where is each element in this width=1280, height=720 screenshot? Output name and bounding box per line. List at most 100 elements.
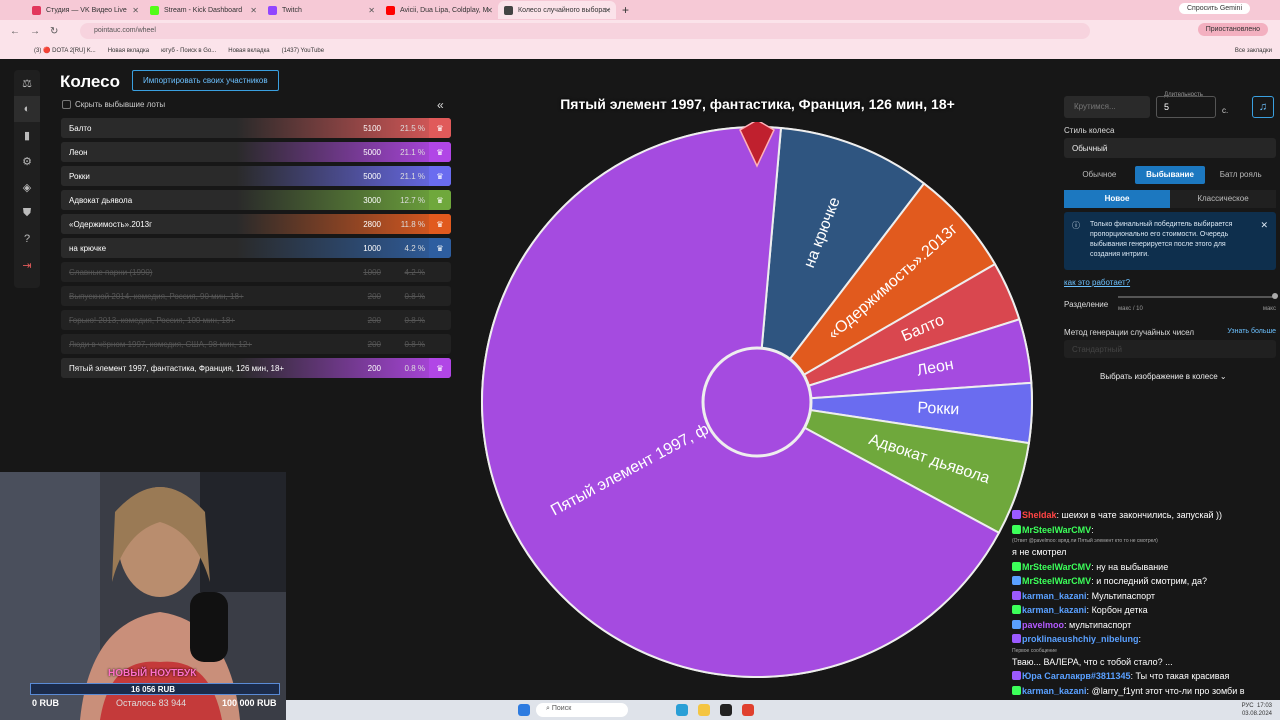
chat-message: MrSteelWarCMV:: [1012, 523, 1280, 538]
taskbar-search[interactable]: ⌕ Поиск: [536, 703, 628, 717]
close-tab-icon[interactable]: ✕: [250, 6, 257, 15]
lot-row[interactable]: Рокки 5000 21.1 % ♛: [61, 166, 451, 186]
lot-action-icon[interactable]: ♛: [429, 142, 451, 162]
settings-icon[interactable]: ⚙: [14, 148, 40, 174]
badge-icon: [1012, 634, 1021, 643]
chrome-icon[interactable]: [742, 704, 754, 716]
chat-username[interactable]: karman_kazani: [1022, 605, 1087, 615]
lot-action-icon[interactable]: ♛: [429, 166, 451, 186]
auction-icon[interactable]: ⚖: [14, 70, 40, 96]
submode-tab[interactable]: Новое: [1064, 190, 1170, 208]
lot-row[interactable]: на крючке 1000 4.2 % ♛: [61, 238, 451, 258]
duration-input[interactable]: 5: [1156, 96, 1216, 118]
music-icon[interactable]: ♫: [1252, 96, 1274, 118]
system-tray[interactable]: РУС 17:03 03.08.2024: [1242, 702, 1272, 718]
chat-username[interactable]: karman_kazani: [1022, 591, 1087, 601]
lot-amount: 1000: [363, 244, 381, 253]
edge-icon[interactable]: [676, 704, 688, 716]
choose-image-toggle[interactable]: Выбрать изображение в колесе ⌄: [1100, 372, 1227, 381]
back-icon[interactable]: ←: [10, 26, 20, 37]
help-icon[interactable]: ?: [14, 226, 40, 252]
submode-tab[interactable]: Классическое: [1170, 190, 1276, 208]
bookmark-item[interactable]: Новая вкладка: [108, 48, 149, 54]
folder-icon[interactable]: [698, 704, 710, 716]
badge-icon: [1012, 590, 1021, 600]
url-input[interactable]: pointauc.com/wheel: [80, 23, 1090, 39]
chat-text: мультипаспорт: [1069, 619, 1132, 630]
learn-more-link[interactable]: Узнать больше: [1227, 328, 1276, 335]
shield-icon[interactable]: ⛊: [14, 200, 40, 226]
lot-row[interactable]: Горько! 2013, комедия, Россия, 100 мин, …: [61, 310, 451, 330]
layers-icon[interactable]: ◈: [14, 174, 40, 200]
profile-paused-badge[interactable]: Приостановлено: [1197, 23, 1268, 36]
lot-row[interactable]: Леон 5000 21.1 % ♛: [61, 142, 451, 162]
close-icon[interactable]: ✕: [1260, 219, 1268, 232]
wheel-canvas[interactable]: на крючке«Одержимость».2013гБалтоЛеонРок…: [480, 122, 1036, 682]
chat-username[interactable]: MrSteelWarCMV: [1022, 525, 1091, 535]
ask-gemini-button[interactable]: Спросить Gemini: [1178, 3, 1250, 14]
lot-row[interactable]: Выпускной 2014, комедия, Россия, 90 мин,…: [61, 286, 451, 306]
lot-row[interactable]: Славные парни (1990) 1000 4.2 %: [61, 262, 451, 282]
how-it-works-link[interactable]: как это работает?: [1064, 278, 1130, 287]
browser-tab[interactable]: Студия — VK Видео Live ✕: [26, 1, 144, 19]
bookmark-item[interactable]: ютуб - Поиск в Go...: [161, 48, 216, 54]
bookmark-item[interactable]: (3) 🔴 DOTA 2[RU] K...: [34, 47, 96, 54]
lot-row[interactable]: Адвокат дьявола 3000 12.7 % ♛: [61, 190, 451, 210]
chat-username[interactable]: Юра Сагалакрв#3811345: [1022, 671, 1130, 681]
browser-tab[interactable]: Twitch ✕: [262, 1, 380, 19]
chat-message: я не смотрел: [1012, 545, 1280, 560]
tab-favicon-icon: [504, 5, 513, 15]
tab-label: Twitch: [282, 6, 302, 14]
slider-knob[interactable]: [1272, 293, 1278, 299]
hide-eliminated-checkbox[interactable]: Скрыть выбывшие лоты: [62, 100, 165, 109]
chat-username[interactable]: karman_kazani: [1022, 686, 1087, 696]
chat-text: Корбон детка: [1091, 605, 1148, 615]
bookmark-item[interactable]: Новая вкладка: [228, 48, 269, 54]
reload-icon[interactable]: ↻: [50, 26, 58, 37]
chat-text: ну на выбывание: [1096, 561, 1169, 572]
import-participants-button[interactable]: Импортировать своих участников: [132, 70, 279, 91]
app-icon[interactable]: [720, 704, 732, 716]
lot-row[interactable]: Балто 5100 21.5 % ♛: [61, 118, 451, 138]
bookmark-item[interactable]: (1437) YouTube: [282, 48, 324, 54]
lot-action-icon[interactable]: ♛: [429, 214, 451, 234]
mode-tab[interactable]: Батл рояль: [1205, 166, 1276, 184]
wheel-icon[interactable]: ◐: [14, 96, 40, 122]
logout-icon[interactable]: ⇥: [14, 252, 40, 278]
windows-start-icon[interactable]: [518, 704, 530, 716]
rng-method-select[interactable]: Стандартный: [1064, 340, 1276, 358]
spin-button[interactable]: Крутимся...: [1064, 96, 1150, 118]
collapse-panel-icon[interactable]: «: [437, 98, 444, 112]
split-slider[interactable]: [1118, 293, 1278, 299]
lot-row[interactable]: «Одержимость».2013г 2800 11.8 % ♛: [61, 214, 451, 234]
browser-tab[interactable]: Колесо случайного выбора - ✕: [498, 1, 616, 19]
close-tab-icon[interactable]: ✕: [368, 6, 375, 15]
seconds-unit: с.: [1222, 106, 1229, 115]
checkbox-box[interactable]: [62, 100, 71, 109]
wheel-slice-label: Рокки: [917, 400, 959, 419]
chat-username[interactable]: Sheldak: [1022, 510, 1057, 520]
chat-username[interactable]: pavelmoo: [1022, 620, 1064, 630]
browser-tab[interactable]: Stream - Kick Dashboard ✕: [144, 1, 262, 19]
forward-icon[interactable]: →: [30, 26, 40, 37]
close-tab-icon[interactable]: ✕: [486, 6, 493, 15]
lot-action-icon[interactable]: ♛: [429, 118, 451, 138]
chat-username[interactable]: MrSteelWarCMV: [1022, 576, 1091, 586]
lot-row[interactable]: Пятый элемент 1997, фантастика, Франция,…: [61, 358, 451, 378]
mode-tab[interactable]: Выбывание: [1134, 166, 1206, 184]
close-tab-icon[interactable]: ✕: [604, 6, 611, 15]
lot-action-icon[interactable]: ♛: [429, 358, 451, 378]
new-tab-icon[interactable]: +: [622, 3, 629, 17]
close-tab-icon[interactable]: ✕: [132, 6, 139, 15]
lot-action-icon[interactable]: ♛: [429, 238, 451, 258]
stats-icon[interactable]: ▮: [14, 122, 40, 148]
wheel-style-select[interactable]: Обычный: [1064, 138, 1276, 158]
lot-action-icon[interactable]: ♛: [429, 190, 451, 210]
lot-row[interactable]: Люди в чёрном 1997, комедия, США, 98 мин…: [61, 334, 451, 354]
chat-username[interactable]: proklinaeushchiy_nibelung: [1022, 634, 1139, 644]
all-bookmarks[interactable]: Все закладки: [1235, 48, 1272, 54]
tab-favicon-icon: [150, 5, 159, 15]
browser-tab[interactable]: Avicii, Dua Lipa, Coldplay, M ✕: [380, 1, 498, 19]
chat-username[interactable]: MrSteelWarCMV: [1022, 562, 1091, 572]
mode-tab[interactable]: Обычное: [1064, 166, 1135, 184]
